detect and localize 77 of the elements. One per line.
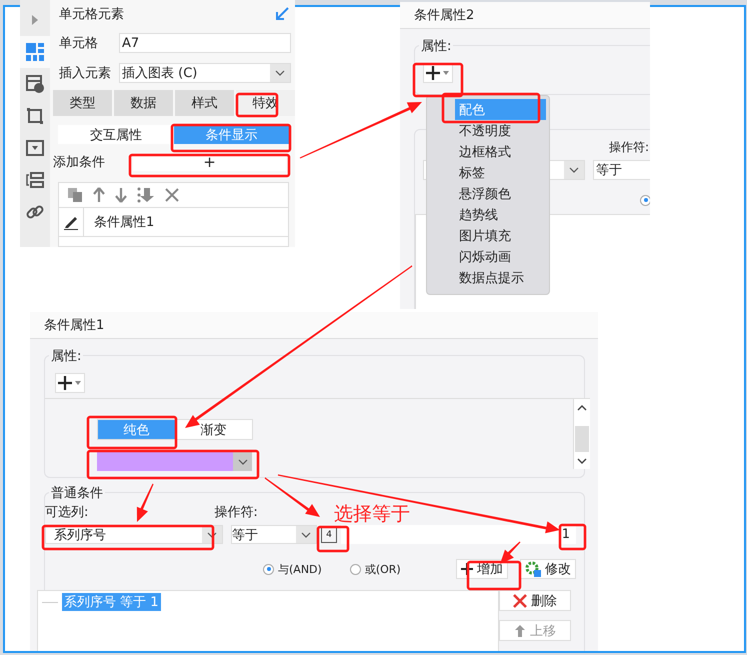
layout-icon[interactable]	[26, 172, 44, 188]
scroll-up-icon[interactable]	[577, 404, 587, 410]
collapse-arrow-icon[interactable]	[275, 7, 289, 21]
delete-button[interactable]: 删除	[499, 590, 571, 611]
up-arrow-icon[interactable]	[93, 187, 105, 203]
color-swatch[interactable]	[97, 452, 233, 471]
chevron-down-icon	[569, 167, 580, 173]
section-label: 普通条件	[49, 484, 105, 502]
grid-icon[interactable]	[26, 43, 44, 61]
field-label: 插入元素	[59, 65, 112, 82]
menu-item[interactable]: 悬浮颜色	[455, 183, 546, 204]
section-label: 属性:	[419, 37, 454, 55]
parameter-button[interactable]: 4	[321, 527, 337, 543]
highlight-frame	[316, 526, 350, 552]
fill-mode-tab[interactable]: 渐变	[175, 420, 252, 439]
panel-title: 条件属性2	[400, 2, 650, 29]
close-icon	[513, 594, 527, 608]
plus-icon	[425, 65, 451, 81]
cell-input[interactable]: A7	[119, 33, 291, 53]
arrow	[500, 541, 521, 564]
radio-button[interactable]	[263, 564, 274, 574]
move-bottom-icon[interactable]	[137, 187, 155, 203]
dropdown-icon[interactable]	[26, 140, 44, 156]
tab[interactable]: 数据	[114, 90, 173, 116]
chevron-down-icon	[275, 70, 285, 76]
panel-title: 单元格元素	[59, 6, 124, 23]
menu-item[interactable]: 边框格式	[455, 141, 546, 162]
radio-label: 与(AND)	[278, 562, 322, 576]
menu-item[interactable]: 图片填充	[455, 225, 546, 246]
chevron-down-icon	[238, 458, 248, 464]
element-dropdown[interactable]: 插入图表 (C)	[119, 63, 291, 83]
highlight-frame	[236, 92, 278, 118]
radio-button[interactable]	[350, 564, 361, 574]
copy-icon[interactable]	[67, 187, 83, 203]
section-label: 属性:	[49, 347, 84, 365]
link-icon[interactable]	[26, 203, 44, 221]
menu-item[interactable]: 不透明度	[455, 120, 546, 141]
tab[interactable]: 样式	[175, 90, 234, 116]
edit-button[interactable]: 修改	[520, 559, 576, 579]
annotation-text: 选择等于	[334, 502, 410, 527]
table-info-icon[interactable]	[26, 75, 44, 93]
panel-title: 条件属性1	[30, 312, 598, 339]
pencil-icon[interactable]	[63, 214, 79, 230]
field-label: 可选列:	[45, 504, 88, 521]
frame-icon[interactable]	[26, 107, 44, 125]
menu-item[interactable]: 闪烁动画	[455, 246, 546, 267]
field-label: 单元格	[59, 35, 99, 52]
highlight-frame	[466, 560, 522, 590]
plus-icon	[461, 563, 473, 575]
up-arrow-icon	[514, 624, 526, 638]
add-dropdown-button[interactable]	[55, 373, 85, 393]
field-label: 操作符:	[214, 504, 258, 521]
arrow	[136, 483, 154, 522]
operator-dropdown[interactable]: 等于	[593, 160, 650, 180]
chevron-down-icon	[301, 532, 311, 538]
chevron-down-icon	[207, 532, 217, 538]
highlight-frame	[558, 524, 586, 550]
scroll-down-icon[interactable]	[577, 458, 587, 464]
condition-item[interactable]: 条件属性1	[94, 213, 154, 231]
close-icon[interactable]	[165, 188, 179, 202]
plus-icon	[57, 375, 83, 391]
scrollbar[interactable]	[573, 399, 590, 469]
value-input[interactable]: 1	[341, 525, 576, 544]
menu-item[interactable]: 标签	[455, 162, 546, 183]
menu-item[interactable]: 趋势线	[455, 204, 546, 225]
down-arrow-icon[interactable]	[115, 187, 127, 203]
expand-icon[interactable]	[31, 14, 39, 26]
field-label: 操作符:	[609, 138, 650, 156]
tab[interactable]: 交互属性	[58, 125, 174, 144]
radio-button[interactable]	[640, 194, 650, 206]
operator-dropdown[interactable]: 等于	[231, 525, 317, 544]
dropdown-button[interactable]	[233, 452, 252, 471]
field-label: 添加条件	[53, 154, 106, 171]
radio-label: 或(OR)	[364, 562, 401, 576]
tab[interactable]: 类型	[53, 90, 112, 116]
menu-item[interactable]: 数据点提示	[455, 267, 546, 288]
gear-icon	[525, 561, 541, 577]
